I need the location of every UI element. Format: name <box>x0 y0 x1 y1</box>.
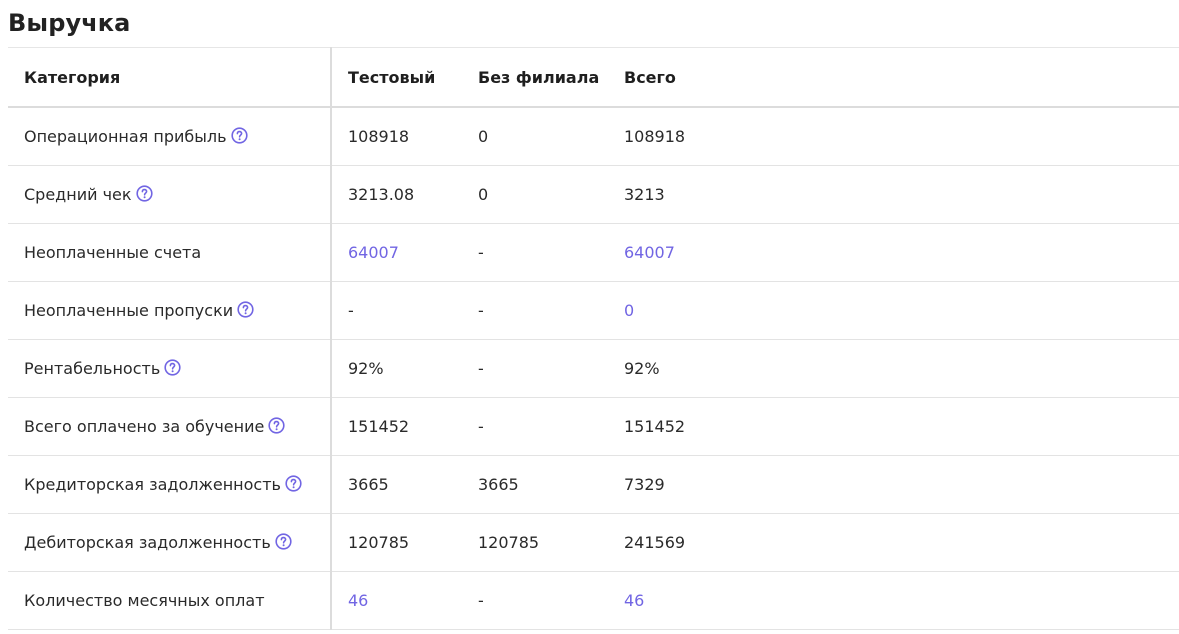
category-label: Средний чек <box>24 185 132 204</box>
revenue-table: Категория Тестовый Без филиала Всего Опе… <box>8 47 1179 630</box>
header-no-branch: Без филиала <box>462 47 608 108</box>
cell-no-branch: 120785 <box>462 513 608 572</box>
category-label: Операционная прибыль <box>24 127 227 146</box>
category-label: Кредиторская задолженность <box>24 475 281 494</box>
cell-no-branch: - <box>462 281 608 340</box>
help-icon[interactable] <box>230 127 248 144</box>
value-text: 120785 <box>348 533 410 552</box>
help-icon[interactable] <box>135 185 153 202</box>
value-text: - <box>348 301 354 320</box>
category-label: Неоплаченные счета <box>24 243 202 262</box>
cell-total: 64007 <box>608 223 1179 282</box>
cell-category: Операционная прибыль <box>8 107 332 166</box>
cell-total: 3213 <box>608 165 1179 224</box>
category-label: Неоплаченные пропуски <box>24 301 234 320</box>
cell-no-branch: - <box>462 571 608 630</box>
value-text: - <box>478 359 484 378</box>
cell-test-branch: 92% <box>331 339 462 398</box>
value-text: 151452 <box>624 417 686 436</box>
help-icon[interactable] <box>237 301 254 318</box>
header-test-branch: Тестовый <box>331 47 462 108</box>
cell-total: 92% <box>608 339 1179 398</box>
table-row: Неоплаченные пропуски - - 0 <box>8 281 1179 340</box>
value-text: 0 <box>478 127 489 146</box>
value-text: - <box>478 243 484 262</box>
table-row: Операционная прибыль 108918 0 108918 <box>8 107 1179 166</box>
cell-no-branch: - <box>462 223 608 282</box>
cell-no-branch: - <box>462 339 608 398</box>
value-text: 3665 <box>478 475 519 494</box>
table-header-row: Категория Тестовый Без филиала Всего <box>8 47 1179 108</box>
cell-total: 151452 <box>608 397 1179 456</box>
table-row: Всего оплачено за обучение 151452 - 151452 <box>8 397 1179 456</box>
cell-total: 108918 <box>608 107 1179 166</box>
cell-category: Количество месячных оплат <box>8 571 332 630</box>
cell-category: Кредиторская задолженность <box>8 455 332 514</box>
cell-test-branch: 108918 <box>331 107 462 166</box>
help-icon[interactable] <box>285 475 302 492</box>
value-text: 3665 <box>348 475 389 494</box>
cell-category: Неоплаченные счета <box>8 223 332 282</box>
value-text: 108918 <box>348 127 410 146</box>
cell-test-branch: 3213.08 <box>331 165 462 224</box>
value-text: - <box>478 417 484 436</box>
cell-test-branch: - <box>331 281 462 340</box>
page-title: Выручка <box>8 9 131 37</box>
value-link[interactable]: 46 <box>624 591 644 610</box>
cell-test-branch: 3665 <box>331 455 462 514</box>
category-label: Рентабельность <box>24 359 161 378</box>
help-icon[interactable] <box>268 417 285 434</box>
value-link[interactable]: 0 <box>624 301 634 320</box>
cell-total: 0 <box>608 281 1179 340</box>
revenue-table-container: Категория Тестовый Без филиала Всего Опе… <box>8 47 1179 630</box>
value-text: 120785 <box>478 533 540 552</box>
value-text: 151452 <box>348 417 410 436</box>
category-label: Количество месячных оплат <box>24 591 265 610</box>
value-link[interactable]: 64007 <box>624 243 675 262</box>
value-text: 108918 <box>624 127 686 146</box>
cell-no-branch: 3665 <box>462 455 608 514</box>
value-text: 3213.08 <box>348 185 415 204</box>
table-row: Рентабельность 92% - 92% <box>8 339 1179 398</box>
table-row: Количество месячных оплат 46 - 46 <box>8 571 1179 630</box>
cell-no-branch: 0 <box>462 107 608 166</box>
table-body: Операционная прибыль 108918 0 108918 Средни… <box>8 107 1179 630</box>
cell-no-branch: - <box>462 397 608 456</box>
header-category: Категория <box>8 47 332 108</box>
cell-no-branch: 0 <box>462 165 608 224</box>
cell-category: Неоплаченные пропуски <box>8 281 332 340</box>
value-link[interactable]: 46 <box>348 591 368 610</box>
cell-category: Рентабельность <box>8 339 332 398</box>
value-link[interactable]: 64007 <box>348 243 399 262</box>
cell-test-branch: 64007 <box>331 223 462 282</box>
cell-test-branch: 151452 <box>331 397 462 456</box>
help-icon[interactable] <box>275 533 292 550</box>
value-text: - <box>478 301 484 320</box>
cell-total: 7329 <box>608 455 1179 514</box>
help-icon[interactable] <box>164 359 181 376</box>
table-row: Неоплаченные счета 64007 - 64007 <box>8 223 1179 282</box>
value-text: 3213 <box>624 185 665 204</box>
cell-category: Всего оплачено за обучение <box>8 397 332 456</box>
header-total: Всего <box>608 47 1179 108</box>
value-text: - <box>478 591 484 610</box>
cell-category: Средний чек <box>8 165 332 224</box>
table-row: Кредиторская задолженность 3665 3665 7329 <box>8 455 1179 514</box>
value-text: 7329 <box>624 475 665 494</box>
category-label: Дебиторская задолженность <box>24 533 271 552</box>
cell-total: 46 <box>608 571 1179 630</box>
value-text: 241569 <box>624 533 686 552</box>
cell-test-branch: 46 <box>331 571 462 630</box>
cell-category: Дебиторская задолженность <box>8 513 332 572</box>
category-label: Всего оплачено за обучение <box>24 417 265 436</box>
cell-total: 241569 <box>608 513 1179 572</box>
value-text: 0 <box>478 185 489 204</box>
value-text: 92% <box>624 359 660 378</box>
cell-test-branch: 120785 <box>331 513 462 572</box>
value-text: 92% <box>348 359 384 378</box>
table-row: Средний чек 3213.08 0 3213 <box>8 165 1179 224</box>
table-row: Дебиторская задолженность 120785 120785 24… <box>8 513 1179 572</box>
